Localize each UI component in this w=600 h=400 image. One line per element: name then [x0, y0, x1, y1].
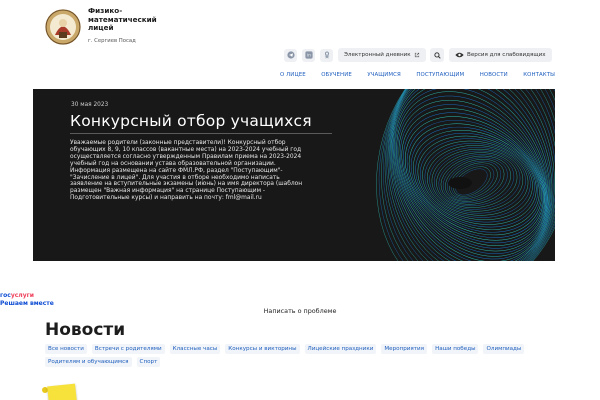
tag-parents-students[interactable]: Родителям и обучающимся: [45, 357, 132, 367]
school-name-line-3: лицей: [88, 23, 114, 33]
main-nav: О ЛИЦЕЕ ОБУЧЕНИЕ УЧАЩИМСЯ ПОСТУПАЮЩИМ НО…: [280, 72, 555, 78]
gosuslugi-widget[interactable]: госуслуги Решаем вместе: [0, 292, 54, 308]
gosuslugi-logo-part1: гос: [0, 292, 11, 299]
nav-item-about[interactable]: О ЛИЦЕЕ: [280, 72, 306, 78]
news-category-tags: Все новости Встречи с родителями Классны…: [45, 344, 555, 367]
eye-icon: [455, 52, 464, 58]
electronic-diary-label: Электронный дневник: [344, 52, 411, 58]
tag-olympiads[interactable]: Олимпиады: [483, 344, 525, 354]
nav-item-applicants[interactable]: ПОСТУПАЮЩИМ: [416, 72, 464, 78]
nav-item-contacts[interactable]: КОНТАКТЫ: [523, 72, 555, 78]
electronic-diary-button[interactable]: Электронный дневник: [338, 48, 426, 62]
hero-date: 30 мая 2023: [71, 102, 109, 108]
tag-our-victories[interactable]: Наши победы: [432, 344, 479, 354]
report-problem-link[interactable]: Написать о проблеме: [0, 307, 600, 315]
tag-all-news[interactable]: Все новости: [45, 344, 87, 354]
ok-icon[interactable]: [320, 48, 333, 62]
spiral-center: [448, 177, 472, 189]
gosuslugi-logo-part2: услуги: [10, 292, 34, 299]
hero-divider: [70, 133, 332, 134]
school-logo[interactable]: [45, 8, 81, 46]
school-name: Физико- математический лицей: [88, 6, 178, 33]
external-link-icon: [414, 52, 419, 58]
spiral-line: [436, 152, 518, 208]
hero-spiral-art: [376, 89, 555, 261]
nav-item-education[interactable]: ОБУЧЕНИЕ: [321, 72, 352, 78]
vk-icon[interactable]: in: [302, 48, 315, 62]
tag-events[interactable]: Мероприятия: [381, 344, 428, 354]
hero-title[interactable]: Конкурсный отбор учащихся: [70, 112, 312, 130]
telegram-icon[interactable]: [284, 48, 297, 62]
accessibility-version-label: Версия для слабовидящих: [467, 52, 546, 58]
spiral-line: [401, 108, 546, 246]
tag-sport[interactable]: Спорт: [136, 357, 161, 367]
news-section-title: Новости: [45, 320, 126, 340]
social-links: in: [284, 48, 338, 62]
gosuslugi-logo: госуслуги: [0, 292, 54, 300]
tag-lyceum-holidays[interactable]: Лицейские праздники: [304, 344, 377, 354]
nav-item-news[interactable]: НОВОСТИ: [480, 72, 508, 78]
nav-item-students[interactable]: УЧАЩИМСЯ: [367, 72, 401, 78]
school-city: г. Сергиев Посад: [88, 38, 136, 44]
hero-banner[interactable]: 30 мая 2023 Конкурсный отбор учащихся Ув…: [33, 89, 555, 261]
search-icon: [433, 51, 441, 59]
tag-class-hours[interactable]: Классные часы: [169, 344, 221, 354]
tag-contests[interactable]: Конкурсы и викторины: [225, 344, 300, 354]
search-button[interactable]: [430, 48, 444, 62]
accessibility-version-button[interactable]: Версия для слабовидящих: [449, 48, 552, 62]
hero-body-text: Уважаемые родители (законные представите…: [70, 140, 303, 202]
spiral-line: [415, 133, 539, 228]
tag-parent-meetings[interactable]: Встречи с родителями: [91, 344, 165, 354]
sticky-note-thumbnail[interactable]: [47, 383, 77, 400]
svg-text:in: in: [307, 53, 311, 58]
